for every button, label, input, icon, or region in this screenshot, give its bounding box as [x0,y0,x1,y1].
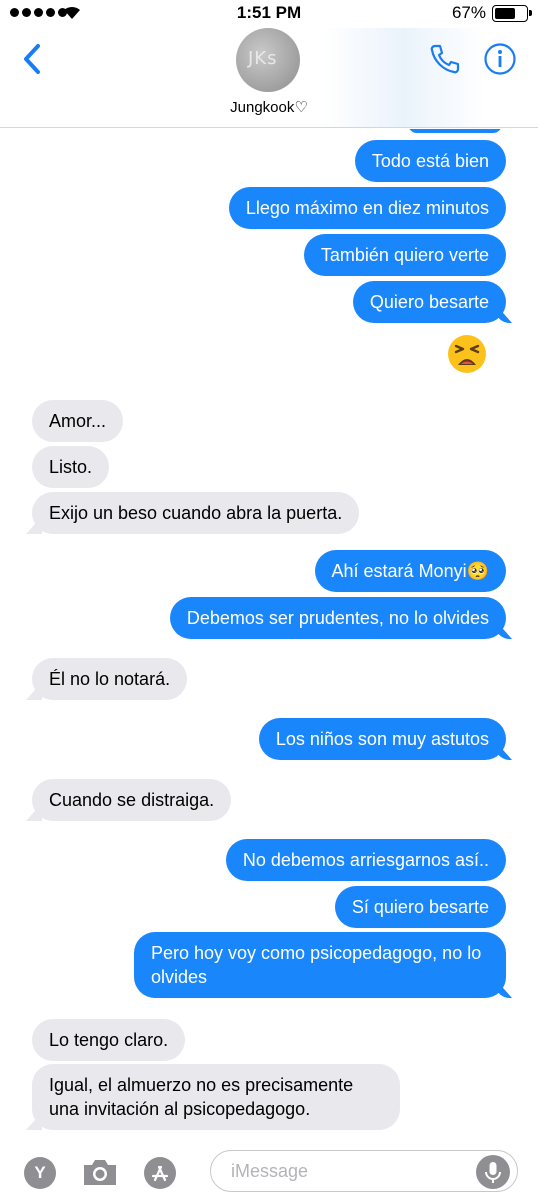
app-store-button[interactable] [144,1157,176,1189]
message-bubble-received[interactable]: Igual, el almuerzo no es precisamente un… [32,1064,400,1130]
battery-percentage: 67% [451,3,486,22]
message-bubble-received[interactable]: Él no lo notará. [32,658,188,700]
message-bubble-sent[interactable]: Los niños son muy astutos [258,718,506,760]
message-bubble-sent[interactable]: Pero hoy voy como psicopedagogo, no lo o… [134,932,506,998]
avatar-text: JKs [248,48,278,69]
microphone-icon [485,1162,501,1183]
message-thread[interactable]: Todo está bien Llego máximo en diez minu… [0,129,538,1139]
message-bubble-received[interactable]: Exijo un beso cuando abra la puerta. [32,492,360,534]
app-drawer-button[interactable]: Y [24,1157,56,1189]
imessage-input[interactable] [210,1150,518,1192]
tired-face-emoji-icon[interactable] [446,333,488,375]
message-bubble-sent[interactable]: Quiero besarte [352,281,506,323]
contact-avatar[interactable]: JKs [236,28,300,92]
message-bubble-sent[interactable]: Todo está bien [354,140,506,182]
contact-name[interactable]: Jungkook♡ [0,98,538,116]
dictation-button[interactable] [476,1155,510,1189]
battery-icon [492,5,532,22]
message-bubble-sent[interactable]: Ahí estará Monyi🥺 [314,550,506,592]
compose-bar: Y [0,1140,538,1200]
message-bubble-sent[interactable]: Llego máximo en diez minutos [228,187,506,229]
status-bar: 1:51 PM 67% [0,0,538,28]
info-icon[interactable] [483,42,517,76]
message-bubble-sent[interactable]: Sí quiero besarte [334,886,506,928]
back-chevron-icon[interactable] [18,42,48,76]
message-bubble-received[interactable]: Cuando se distraiga. [32,779,232,821]
app-store-icon [151,1165,169,1182]
message-bubble-sent[interactable]: No debemos arriesgarnos así.. [225,839,506,881]
message-bubble-sent[interactable]: También quiero verte [303,234,506,276]
message-bubble-received[interactable]: Listo. [32,446,110,488]
message-bubble-received[interactable]: Amor... [32,400,124,442]
message-bubble-received[interactable]: Lo tengo claro. [32,1019,186,1061]
message-bubble-sent[interactable]: Debemos ser prudentes, no lo olvides [169,597,506,639]
message-bubble-cutoff [408,129,502,133]
phone-icon[interactable] [428,42,462,76]
conversation-header: JKs Jungkook♡ [0,28,538,128]
camera-icon[interactable] [80,1155,120,1189]
